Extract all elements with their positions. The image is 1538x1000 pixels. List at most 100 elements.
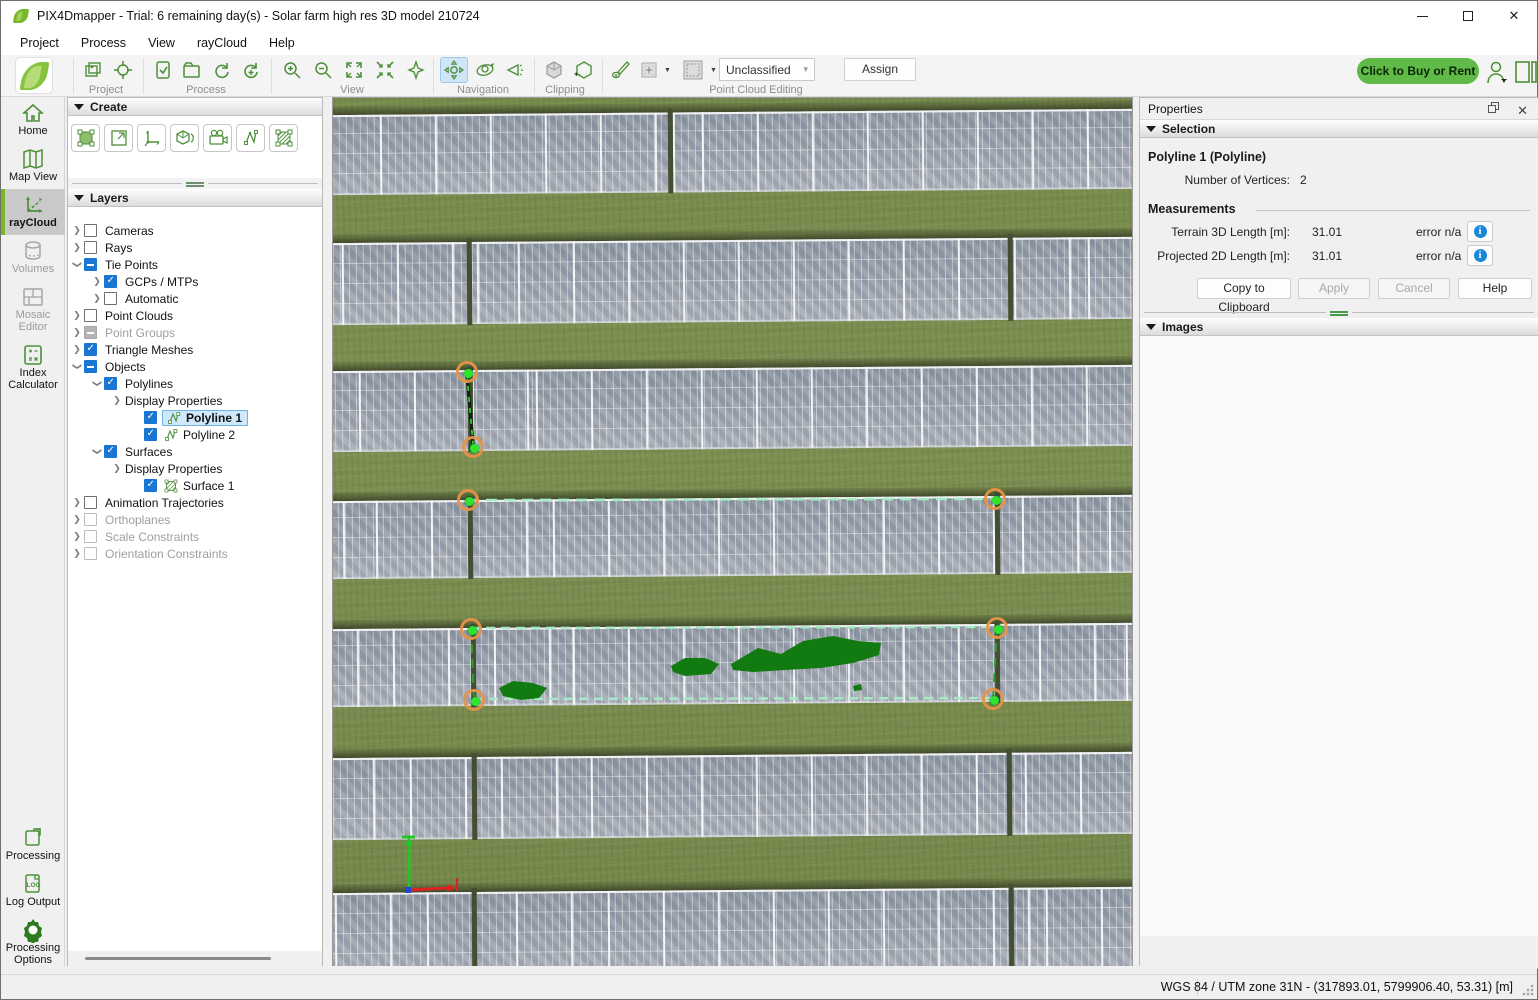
processing-steps-button[interactable] [149,57,177,83]
reprocess-button[interactable] [208,57,236,83]
chevron-right-icon[interactable]: ❯ [72,531,82,542]
project-images-button[interactable] [79,57,107,83]
open-results-folder-button[interactable] [178,57,206,83]
edit-clipping-button[interactable] [570,57,598,83]
focus-selection-button[interactable] [371,57,399,83]
layer-item-display-properties[interactable]: ❯Display Properties [68,460,322,477]
rail-item-home[interactable]: Home [1,97,65,143]
rail-item-processing-options[interactable]: Processing Options [1,914,65,972]
chevron-down-icon[interactable]: ❯ [92,447,103,457]
orbit-tool-button[interactable] [471,57,499,83]
assign-button[interactable]: Assign [844,58,916,81]
chevron-right-icon[interactable]: ❯ [72,497,82,508]
layers-horizontal-scrollbar[interactable] [68,951,322,966]
rail-item-log-output[interactable]: LOGLog Output [1,868,65,914]
layer-item-point-groups[interactable]: ❯Point Groups [68,324,322,341]
layer-item-cameras[interactable]: ❯Cameras [68,222,322,239]
close-button[interactable]: ✕ [1491,1,1537,31]
reoptimize-button[interactable] [237,57,265,83]
layer-checkbox[interactable] [84,224,97,237]
zoom-out-button[interactable] [309,57,337,83]
selection-images-splitter[interactable] [1140,306,1538,318]
layer-checkbox[interactable] [104,377,117,390]
user-account-icon[interactable] [1485,59,1509,88]
layer-checkbox[interactable] [144,411,157,424]
layer-item-objects[interactable]: ❯Objects [68,358,322,375]
layer-item-triangle-meshes[interactable]: ❯Triangle Meshes [68,341,322,358]
pce-select-tool-arrow[interactable]: ▼ [664,67,671,74]
menu-view[interactable]: View [139,33,184,53]
new-volume-button[interactable] [170,124,199,152]
layers-section-header[interactable]: Layers [68,189,322,207]
chevron-right-icon[interactable]: ❯ [112,395,122,406]
layer-item-polylines[interactable]: ❯Polylines [68,375,322,392]
new-polyline-button[interactable] [236,124,265,152]
chevron-right-icon[interactable]: ❯ [112,463,122,474]
pce-select-tool-dropdown[interactable] [637,57,661,83]
chevron-right-icon[interactable]: ❯ [72,548,82,559]
layer-item-polyline-1[interactable]: Polyline 1 [68,409,322,426]
layer-item-orthoplanes[interactable]: ❯Orthoplanes [68,511,322,528]
layer-checkbox[interactable] [144,428,157,441]
layer-item-display-properties[interactable]: ❯Display Properties [68,392,322,409]
buy-or-rent-button[interactable]: Click to Buy or Rent [1357,58,1479,84]
new-scale-constraint-button[interactable] [137,124,166,152]
menu-help[interactable]: Help [260,33,304,53]
new-orthoplane-button[interactable] [104,124,133,152]
close-panel-icon[interactable]: ✕ [1517,100,1528,122]
rail-item-mosaic-editor[interactable]: Mosaic Editor [1,281,65,339]
menu-process[interactable]: Process [72,33,135,53]
rail-item-volumes[interactable]: Volumes [1,235,65,281]
classification-select[interactable]: Unclassified ▾ [719,58,815,81]
create-section-header[interactable]: Create [68,98,322,116]
menu-raycloud[interactable]: rayCloud [188,33,256,53]
chevron-right-icon[interactable]: ❯ [72,514,82,525]
layer-item-automatic[interactable]: ❯Automatic [68,290,322,307]
chevron-right-icon[interactable]: ❯ [72,327,82,338]
gcp-manager-button[interactable] [109,57,137,83]
look-around-tool-button[interactable] [501,57,529,83]
layer-checkbox[interactable] [84,513,97,526]
rail-item-map-view[interactable]: Map View [1,143,65,189]
fit-view-button[interactable] [340,57,368,83]
layer-checkbox[interactable] [84,326,97,339]
layer-checkbox[interactable] [104,275,117,288]
chevron-right-icon[interactable]: ❯ [72,310,82,321]
layer-item-gcps-mtps[interactable]: ❯GCPs / MTPs [68,273,322,290]
chevron-down-icon[interactable]: ❯ [72,362,83,372]
layer-checkbox[interactable] [84,241,97,254]
layer-item-scale-constraints[interactable]: ❯Scale Constraints [68,528,322,545]
new-animation-trajectory-button[interactable] [203,124,232,152]
home-view-drone-button[interactable] [402,57,430,83]
layer-item-surface-1[interactable]: Surface 1 [68,477,322,494]
layer-item-polyline-2[interactable]: Polyline 2 [68,426,322,443]
layer-checkbox[interactable] [84,343,97,356]
pce-region-tool-dropdown[interactable] [680,57,706,83]
layer-checkbox[interactable] [84,258,97,271]
chevron-down-icon[interactable]: ❯ [72,260,83,270]
layer-checkbox[interactable] [84,530,97,543]
layer-item-surfaces[interactable]: ❯Surfaces [68,443,322,460]
raycloud-3d-view[interactable] [332,97,1133,971]
maximize-button[interactable] [1445,1,1491,31]
copy-to-clipboard-button[interactable]: Copy to Clipboard [1197,278,1291,299]
undock-panel-icon[interactable] [1488,102,1500,114]
layer-item-orientation-constraints[interactable]: ❯Orientation Constraints [68,545,322,562]
layer-item-animation-trajectories[interactable]: ❯Animation Trajectories [68,494,322,511]
help-button[interactable]: Help [1458,278,1532,299]
rail-item-processing[interactable]: Processing [1,822,65,868]
pce-region-tool-arrow[interactable]: ▼ [710,67,717,74]
menu-project[interactable]: Project [11,33,68,53]
layer-checkbox[interactable] [144,479,157,492]
pan-tool-button[interactable] [440,57,468,83]
new-surface-button[interactable] [71,124,100,152]
chevron-right-icon[interactable]: ❯ [92,293,102,304]
chevron-right-icon[interactable]: ❯ [72,344,82,355]
chevron-down-icon[interactable]: ❯ [92,379,103,389]
layer-item-rays[interactable]: ❯Rays [68,239,322,256]
layer-checkbox[interactable] [84,496,97,509]
images-section-header[interactable]: Images [1140,318,1538,336]
layer-checkbox[interactable] [84,547,97,560]
minimize-button[interactable] [1399,1,1445,31]
pce-edit-densified-button[interactable] [606,57,634,83]
